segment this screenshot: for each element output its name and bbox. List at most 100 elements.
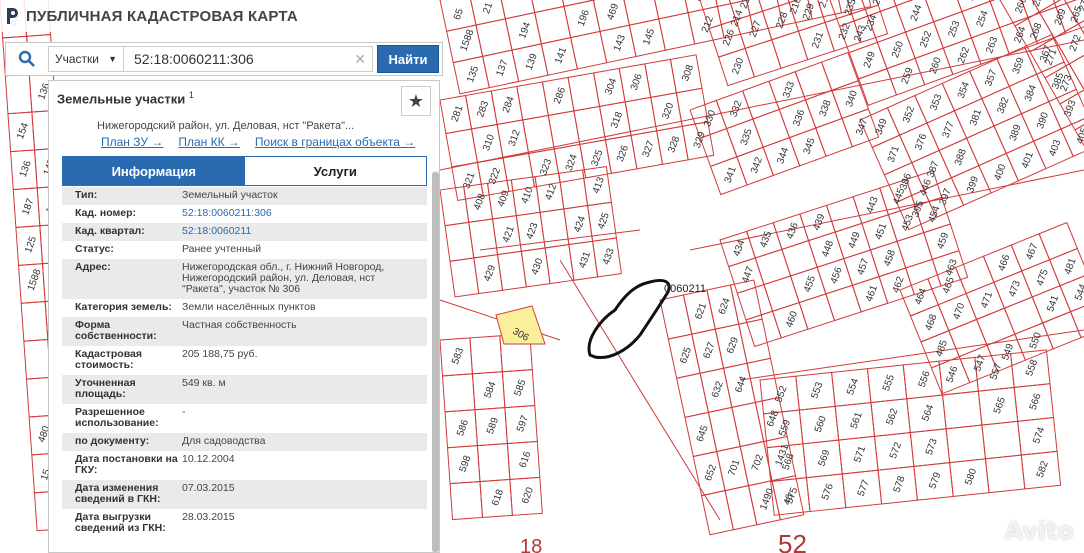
parcel[interactable] [659, 294, 693, 340]
parcel[interactable] [752, 108, 791, 148]
parcel[interactable] [731, 401, 765, 448]
parcel-number: 470 [951, 301, 967, 321]
parcel[interactable] [1042, 311, 1082, 350]
parcel[interactable] [965, 125, 1007, 167]
parcel-number: 1588 [26, 267, 44, 292]
search-icon[interactable] [6, 43, 48, 75]
panel-title: Земельные участки 1 [57, 90, 194, 106]
parcel[interactable] [798, 293, 836, 330]
parcel-number: 546 [944, 364, 960, 384]
panel-title-text: Земельные участки [57, 91, 186, 107]
parcel-number: 321 [461, 171, 477, 191]
parcel[interactable] [948, 318, 988, 358]
parcel-number: 559 [777, 418, 793, 438]
parcel-number: 485 [934, 338, 950, 358]
parcel[interactable] [975, 307, 1016, 347]
parcel[interactable] [825, 196, 863, 233]
parcel[interactable] [981, 420, 1022, 460]
parcel[interactable] [20, 301, 49, 342]
parcel[interactable] [984, 454, 1026, 494]
tab-info[interactable]: Информация [63, 157, 245, 185]
parcel[interactable] [738, 318, 772, 364]
tab-services[interactable]: Услуги [244, 157, 426, 185]
info-row-value: 549 кв. м [182, 377, 226, 389]
search-input[interactable]: 52:18:0060211:306 ✕ [124, 46, 373, 72]
parcel[interactable] [938, 356, 979, 396]
parcel-number: 544 [1073, 282, 1084, 302]
parcel-number: 283 [475, 99, 491, 119]
favorite-star-icon[interactable]: ★ [401, 86, 431, 116]
parcel[interactable] [449, 481, 484, 521]
parcel[interactable] [781, 240, 818, 277]
parcel-number: 621 [693, 301, 709, 321]
parcel-number: 387 [925, 159, 941, 179]
address-snippet: Нижегородский район, ул. Деловая, нст "Р… [97, 120, 355, 132]
info-row-value[interactable]: 52:18:0060211:306 [182, 208, 427, 219]
parcel[interactable] [745, 310, 782, 348]
parcel[interactable] [4, 73, 33, 115]
parcel-number: 585 [512, 378, 528, 398]
parcel-number: 467 [1024, 242, 1040, 262]
parcel[interactable] [676, 372, 710, 418]
parcel-number: 454 [927, 204, 943, 224]
parcel[interactable] [858, 68, 898, 106]
parcel[interactable] [945, 424, 987, 464]
clear-icon[interactable]: ✕ [354, 51, 366, 68]
parcel-number: 469 [605, 2, 621, 22]
parcel[interactable] [724, 485, 758, 531]
parcel[interactable] [441, 373, 476, 413]
info-row: Статус: Ранее учтенный [62, 241, 427, 259]
bottom-label-18: 18 [520, 536, 542, 553]
link-plan-zu[interactable]: План ЗУ → [101, 135, 163, 149]
parcel-number: 455 [802, 274, 818, 294]
parcel-number: 457 [855, 257, 871, 277]
parcel-number: 335 [739, 127, 755, 147]
parcel-number: 424 [572, 214, 588, 234]
parcel[interactable] [954, 255, 995, 295]
scrollbar-thumb[interactable] [432, 172, 439, 552]
link-plan-kk[interactable]: План КК → [178, 135, 240, 149]
parcel[interactable] [1003, 296, 1044, 335]
info-row-value: 205 188,75 руб. [182, 348, 258, 360]
parcel[interactable] [942, 390, 983, 430]
parcel[interactable] [820, 51, 859, 91]
parcel-number: 284 [501, 95, 517, 115]
parcel[interactable] [707, 406, 741, 453]
info-row-value: - [182, 406, 186, 418]
parcel[interactable] [746, 357, 780, 404]
parcel[interactable] [744, 39, 782, 78]
parcel[interactable] [741, 80, 780, 120]
parcel[interactable] [1038, 221, 1079, 261]
parcel[interactable] [622, 0, 660, 26]
parcel[interactable] [754, 248, 792, 286]
parcel[interactable] [752, 0, 790, 12]
parcel[interactable] [736, 283, 774, 321]
parcel[interactable] [815, 117, 853, 157]
parcel[interactable] [763, 275, 800, 312]
parcel[interactable] [896, 232, 933, 269]
parcel[interactable] [771, 30, 809, 69]
parcel[interactable] [979, 0, 1019, 2]
parcel[interactable] [469, 335, 503, 375]
parcel-number: 325 [589, 148, 605, 168]
parcel-number: 463 [944, 257, 960, 277]
parcel-number: 625 [678, 345, 694, 365]
parcel-number: 344 [775, 146, 791, 166]
parcel[interactable] [476, 443, 511, 483]
parcel-number: 629 [725, 335, 741, 355]
parcel-number: 413 [591, 175, 607, 195]
link-search-bounds[interactable]: Поиск в границах объекта → [255, 135, 415, 149]
info-row-value[interactable]: 52:18:0060211 [182, 226, 427, 237]
find-button[interactable]: Найти [377, 45, 439, 73]
parcel-number: 357 [983, 68, 999, 88]
logo-icon [7, 8, 18, 24]
parcel[interactable] [23, 338, 51, 380]
parcel-number: 582 [1035, 459, 1051, 479]
parcel-number: 235 [843, 0, 859, 17]
parcel[interactable] [825, 284, 862, 322]
info-row-label: Уточненная площадь: [75, 377, 136, 400]
parcel-number: 347 [854, 117, 870, 137]
search-type-select[interactable]: Участки ▼ [48, 46, 124, 72]
parcel[interactable] [527, 0, 565, 14]
parcel-number: 135 [465, 64, 481, 84]
